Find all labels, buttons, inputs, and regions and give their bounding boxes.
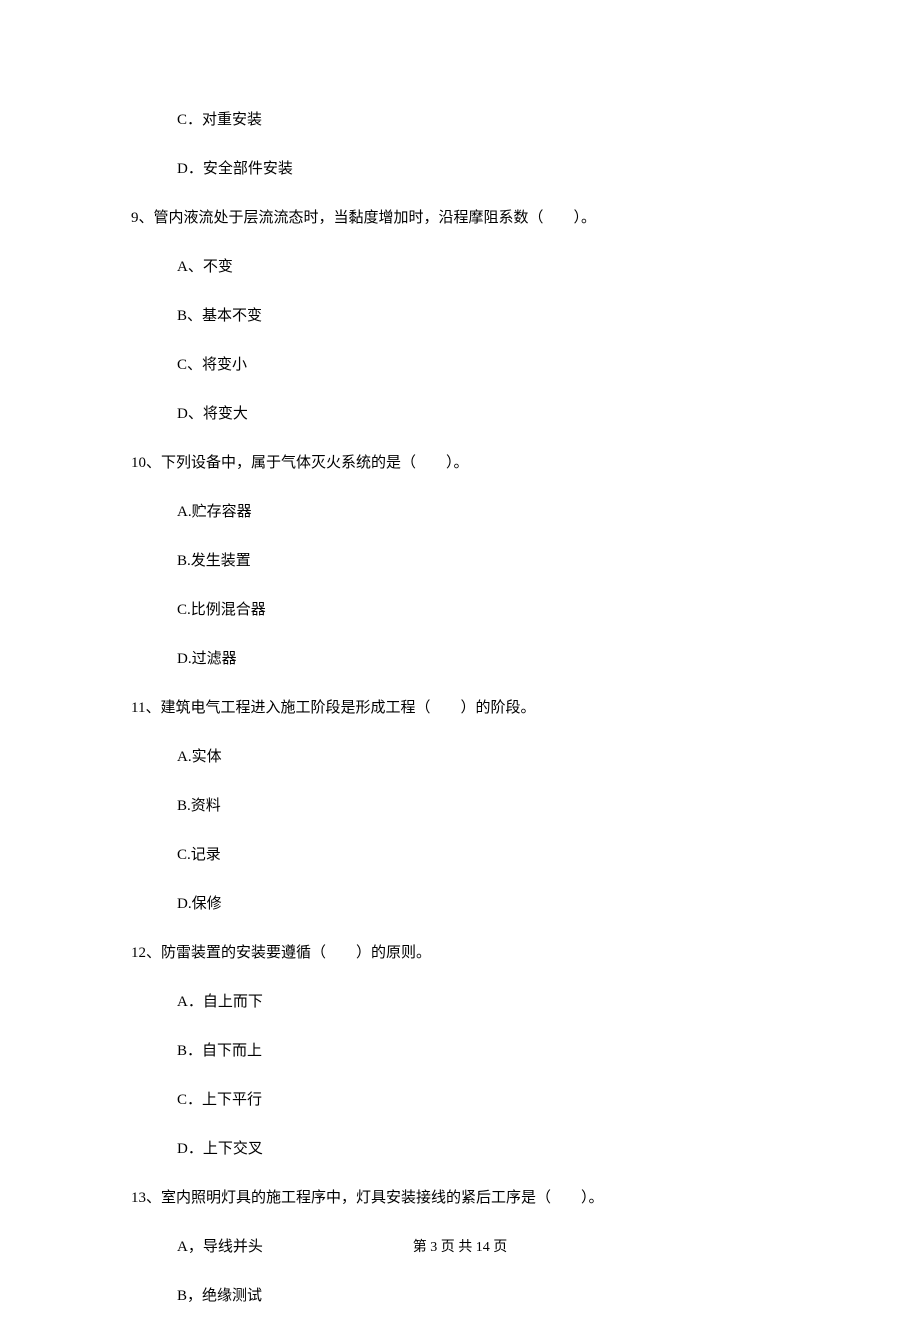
content-area: C．对重安装 D．安全部件安装 9、管内液流处于层流流态时，当黏度增加时，沿程摩…: [131, 110, 789, 1335]
question-9-option-d: D、将变大: [177, 404, 789, 425]
question-9-option-a: A、不变: [177, 257, 789, 278]
question-9-option-b: B、基本不变: [177, 306, 789, 327]
question-9-option-c: C、将变小: [177, 355, 789, 376]
question-12-option-d: D．上下交叉: [177, 1139, 789, 1160]
question-13-option-b: B，绝缘测试: [177, 1286, 789, 1307]
option-c: C．对重安装: [177, 110, 789, 131]
question-13-stem: 13、室内照明灯具的施工程序中，灯具安装接线的紧后工序是（ ）。: [131, 1188, 789, 1209]
question-11-option-c: C.记录: [177, 845, 789, 866]
question-12-stem: 12、防雷装置的安装要遵循（ ）的原则。: [131, 943, 789, 964]
question-12-option-a: A．自上而下: [177, 992, 789, 1013]
question-10-option-a: A.贮存容器: [177, 502, 789, 523]
page-footer: 第 3 页 共 14 页: [0, 1238, 920, 1258]
question-12-option-c: C．上下平行: [177, 1090, 789, 1111]
option-d: D．安全部件安装: [177, 159, 789, 180]
question-11-option-b: B.资料: [177, 796, 789, 817]
page: C．对重安装 D．安全部件安装 9、管内液流处于层流流态时，当黏度增加时，沿程摩…: [0, 0, 920, 1302]
question-11-stem: 11、建筑电气工程进入施工阶段是形成工程（ ）的阶段。: [131, 698, 789, 719]
question-10-stem: 10、下列设备中，属于气体灭火系统的是（ ）。: [131, 453, 789, 474]
question-10-option-b: B.发生装置: [177, 551, 789, 572]
question-11-option-d: D.保修: [177, 894, 789, 915]
question-10-option-d: D.过滤器: [177, 649, 789, 670]
question-10-option-c: C.比例混合器: [177, 600, 789, 621]
question-11-option-a: A.实体: [177, 747, 789, 768]
question-12-option-b: B．自下而上: [177, 1041, 789, 1062]
question-9-stem: 9、管内液流处于层流流态时，当黏度增加时，沿程摩阻系数（ ）。: [131, 208, 789, 229]
